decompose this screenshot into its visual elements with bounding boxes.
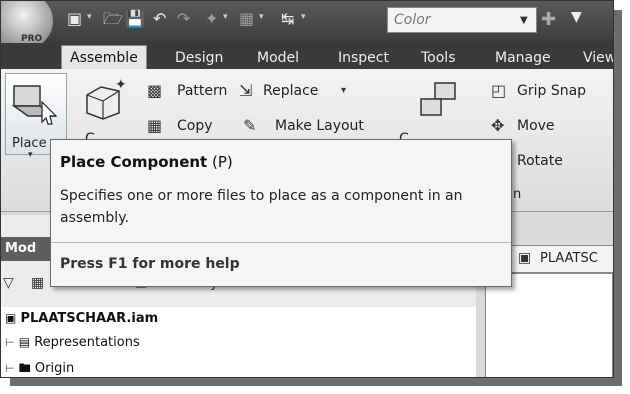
place-label: Place [12, 136, 47, 151]
pattern-icon[interactable]: ▩ [147, 81, 162, 100]
tree-item-representations[interactable]: ⊢ ▤ Representations [5, 335, 140, 350]
save-icon[interactable]: 💾 [125, 10, 145, 28]
return-dropdown-icon[interactable]: ▾ [223, 12, 228, 22]
tooltip-divider [51, 242, 511, 243]
grip-snap-icon[interactable]: ◰ [491, 81, 506, 100]
chevron-down-icon: ▼ [520, 15, 528, 26]
tab-tools[interactable]: Tools [421, 47, 456, 69]
document-tab-label: PLAATSC [540, 251, 598, 266]
application-window: PRO ▣ ▾ 🗁 💾 ↶ ↷ ✦ ▾ ▦ ▾ ↹ ▾ Color ▼ ✚ ▼ … [0, 0, 614, 378]
replace-label[interactable]: Replace [263, 83, 318, 99]
update-dropdown-icon[interactable]: ▾ [259, 12, 264, 22]
color-override-select[interactable]: Color ▼ [387, 7, 537, 33]
tab-assemble[interactable]: Assemble [61, 45, 147, 69]
expand-icon[interactable]: ▦ [31, 275, 44, 291]
tab-inspect[interactable]: Inspect [338, 47, 389, 69]
representations-icon: ▤ [18, 335, 31, 349]
tab-manage[interactable]: Manage [495, 47, 551, 69]
tree-item-label: Origin [34, 361, 75, 376]
position-panel-label: n [513, 187, 522, 202]
tree-branch-icon: ⊢ [5, 336, 15, 349]
graphics-canvas[interactable] [485, 273, 613, 377]
tree-item-label: PLAATSCHAAR.iam [20, 311, 159, 326]
place-dropdown-icon[interactable]: ▾ [28, 150, 33, 160]
copy-icon[interactable]: ▦ [147, 116, 162, 135]
replace-dropdown-icon[interactable]: ▾ [341, 85, 346, 96]
tooltip-title: Place Component (P) [60, 153, 233, 171]
tooltip-command-name: Place Component [60, 153, 208, 171]
new-dropdown-icon[interactable]: ▾ [87, 12, 92, 22]
assembly-icon: ▣ [5, 311, 17, 325]
replace-icon[interactable]: ⇲ [239, 81, 252, 100]
make-layout-icon[interactable]: ✎ [243, 116, 256, 135]
select-icon[interactable]: ↹ [281, 10, 294, 28]
customize-toolbar-icon[interactable]: ▼ [571, 9, 582, 25]
open-folder-icon[interactable]: 🗁 [103, 10, 123, 28]
screenshot-shadow-bottom [10, 378, 622, 386]
tree-item-origin[interactable]: ⊢ 🖿 Origin [5, 359, 75, 377]
create-component-icon[interactable]: ✦ [81, 77, 127, 123]
tree-item-label: Representations [34, 335, 140, 350]
make-layout-label[interactable]: Make Layout [275, 118, 364, 134]
color-override-value: Color [394, 12, 431, 28]
select-dropdown-icon[interactable]: ▾ [301, 12, 306, 22]
tab-view[interactable]: View [583, 47, 613, 69]
ribbon-tab-bar: Assemble Design Model Inspect Tools Mana… [1, 43, 613, 69]
svg-text:✦: ✦ [115, 77, 127, 93]
assembly-icon: ▣ [518, 250, 532, 266]
model-tree: ▣ PLAATSCHAAR.iam ⊢ ▤ Representations ⊢ … [1, 307, 476, 377]
quick-access-toolbar: PRO ▣ ▾ 🗁 💾 ↶ ↷ ✦ ▾ ▦ ▾ ↹ ▾ Color ▼ ✚ ▼ [1, 1, 613, 51]
screenshot-shadow-right [614, 10, 622, 386]
tooltip-shortcut: (P) [212, 153, 233, 171]
place-component-tooltip: Place Component (P) Specifies one or mor… [50, 139, 512, 287]
redo-icon[interactable]: ↷ [177, 10, 190, 28]
return-icon[interactable]: ✦ [205, 10, 218, 28]
place-component-icon [11, 85, 58, 125]
pattern-label[interactable]: Pattern [177, 83, 227, 99]
new-file-icon[interactable]: ▣ [67, 10, 82, 28]
undo-icon[interactable]: ↶ [153, 10, 166, 28]
document-tab[interactable]: ▣ PLAATSC [509, 245, 613, 273]
update-icon[interactable]: ▦ [239, 10, 254, 28]
material-icon[interactable]: ✚ [541, 9, 569, 31]
tree-item-assembly[interactable]: ▣ PLAATSCHAAR.iam [5, 311, 158, 326]
grip-snap-label[interactable]: Grip Snap [517, 83, 586, 99]
copy-label[interactable]: Copy [177, 118, 213, 134]
tree-branch-icon: ⊢ [5, 362, 15, 375]
tab-design[interactable]: Design [175, 47, 223, 69]
move-icon[interactable]: ✥ [491, 116, 504, 135]
folder-icon: 🖿 [18, 361, 31, 375]
move-label[interactable]: Move [517, 118, 555, 134]
tooltip-description: Specifies one or more files to place as … [60, 188, 463, 226]
constrain-icon[interactable] [415, 79, 465, 123]
tooltip-help-hint: Press F1 for more help [60, 256, 240, 272]
tab-model[interactable]: Model [257, 47, 299, 69]
filter-icon[interactable]: ▽ [3, 275, 14, 291]
rotate-label[interactable]: Rotate [517, 153, 563, 169]
